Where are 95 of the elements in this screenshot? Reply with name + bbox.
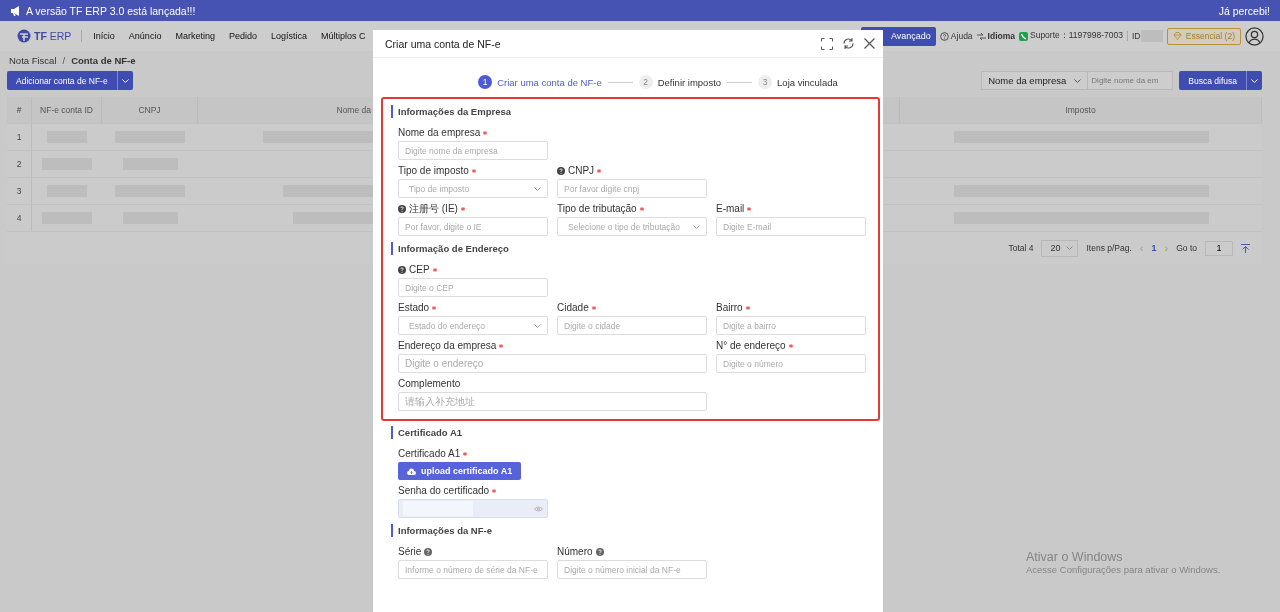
- row-number: 1: [7, 124, 32, 150]
- support-text: Suporte：1197998-7003: [1030, 30, 1123, 42]
- input-field[interactable]: Digite o número: [716, 354, 866, 373]
- field-label: CNPJ: [568, 165, 595, 176]
- input-field[interactable]: Informe o número de série da NF-e: [398, 560, 548, 579]
- back-to-top-icon[interactable]: [1241, 243, 1250, 253]
- page-size-label: Itens p/Pag.: [1086, 243, 1132, 253]
- field-label: N° de endereço: [716, 340, 786, 351]
- breadcrumb-separator: /: [62, 55, 66, 66]
- field-label: E-mail: [716, 203, 745, 214]
- column-header: NF-e conta ID: [32, 97, 102, 123]
- input-field[interactable]: Digite o número inicial da NF-e: [557, 560, 707, 579]
- row-number: 2: [7, 151, 32, 177]
- caret-icon: [121, 78, 129, 83]
- field-label: Estado: [398, 302, 430, 313]
- search-field-select[interactable]: Nome da empresa: [981, 71, 1089, 90]
- caret-icon: [534, 323, 541, 328]
- add-account-button[interactable]: Adicionar conta de NF-e: [7, 71, 117, 90]
- field-label: 注册号 (IE): [409, 201, 458, 216]
- row-number: 4: [7, 205, 32, 231]
- column-header: Nome da: [335, 104, 372, 117]
- phone-icon: [1019, 31, 1028, 41]
- dropdown-button[interactable]: [1246, 71, 1262, 90]
- input-field[interactable]: Digite o cidade: [557, 316, 707, 335]
- announcement-text: A versão TF ERP 3.0 está lançada!!!: [26, 4, 196, 17]
- diamond-icon: [1172, 32, 1182, 40]
- field-label: Série: [398, 546, 422, 557]
- close-icon[interactable]: [864, 38, 875, 49]
- input-field[interactable]: Por favor digite cnpj: [557, 179, 707, 198]
- column-header: #: [7, 97, 32, 123]
- activation-message: Acesse Configurações para ativar o Windows.: [1026, 564, 1221, 575]
- input-field[interactable]: Digite nome da empresa: [398, 141, 548, 160]
- logo-text: TF ERP: [34, 30, 72, 42]
- field-label: Endereço da empresa: [398, 340, 497, 351]
- search-field[interactable]: Digite nome da em: [1088, 71, 1174, 90]
- goto-label: Go to: [1176, 243, 1197, 253]
- field-label: Bairro: [716, 302, 743, 313]
- input-field[interactable]: Digite a bairro: [716, 316, 866, 335]
- wizard-step: 2 Definir imposto: [638, 75, 722, 89]
- avatar-icon[interactable]: [1245, 26, 1264, 46]
- search-button[interactable]: Busca difusa: [1179, 71, 1246, 90]
- nav-item[interactable]: Início: [93, 31, 115, 41]
- input-field[interactable]: Digite o CEP: [398, 278, 548, 297]
- field-label: Nome da empresa: [398, 127, 481, 138]
- password-field[interactable]: [398, 499, 548, 518]
- page-number[interactable]: 1: [1151, 243, 1157, 253]
- upload-button[interactable]: upload certificado A1: [398, 462, 522, 480]
- caret-icon: [534, 186, 541, 191]
- refresh-icon[interactable]: [842, 37, 855, 50]
- nav-item[interactable]: Logística: [270, 31, 307, 41]
- modal-title: Criar uma conta de NF-e: [385, 37, 501, 50]
- wizard-step: 1 Criar uma conta de NF-e: [478, 75, 602, 89]
- input-field[interactable]: Por favor, digite o IE: [398, 217, 548, 236]
- section-title: Informações da Empresa: [391, 105, 878, 118]
- logo-icon: [17, 29, 31, 43]
- total-count: Total 4: [1008, 243, 1034, 253]
- section-title: Informação de Endereço: [391, 242, 878, 255]
- wizard-step: 3 Loja vinculada: [758, 75, 838, 89]
- fullscreen-icon[interactable]: [821, 37, 833, 50]
- section-title: Informações da NF-e: [391, 524, 883, 537]
- field-label: Tipo de imposto: [398, 165, 469, 176]
- cloud-upload-icon: [407, 467, 416, 475]
- field-label: Senha do certificado: [398, 485, 490, 496]
- caret-icon: [1251, 78, 1258, 83]
- nav-item[interactable]: Marketing: [175, 31, 215, 41]
- breadcrumb-link[interactable]: Nota Fiscal: [9, 55, 57, 66]
- field-label: Número: [557, 546, 593, 557]
- caret-icon: [693, 224, 700, 229]
- column-header: CNPJ: [102, 97, 198, 123]
- nav-item[interactable]: Pedido: [228, 31, 257, 41]
- language-icon: [976, 32, 986, 40]
- caret-icon: [1074, 78, 1082, 83]
- nav-item[interactable]: Múltiplos C: [320, 31, 366, 41]
- column-header: Imposto: [900, 97, 1262, 123]
- activation-title: Ativar o Windows: [1026, 550, 1124, 564]
- field-label: Cidade: [557, 302, 589, 313]
- field-label: Certificado A1: [398, 448, 461, 459]
- input-field[interactable]: 请输入补充地址: [398, 392, 707, 411]
- language-link[interactable]: Idioma: [987, 31, 1015, 41]
- dismiss-link[interactable]: Já percebi!: [1218, 4, 1270, 17]
- input-field[interactable]: Digite E-mail: [716, 217, 866, 236]
- caret-icon: [1066, 246, 1074, 250]
- field-label: Complemento: [398, 378, 461, 389]
- field-label: CEP: [409, 264, 430, 275]
- help-link[interactable]: Ajuda: [950, 31, 973, 41]
- row-number: 3: [7, 178, 32, 204]
- megaphone-icon: [10, 5, 21, 16]
- field-label: Tipo de tributação: [557, 203, 637, 214]
- section-title: Certificado A1: [391, 426, 883, 439]
- page-size-select[interactable]: 20: [1041, 239, 1079, 257]
- goto-page-field[interactable]: 1: [1205, 240, 1233, 256]
- breadcrumb-current: Conta de NF-e: [71, 55, 136, 66]
- input-field[interactable]: Digite o endereço: [398, 354, 707, 373]
- help-icon: [939, 31, 949, 41]
- nav-item[interactable]: Anúncio: [128, 31, 162, 41]
